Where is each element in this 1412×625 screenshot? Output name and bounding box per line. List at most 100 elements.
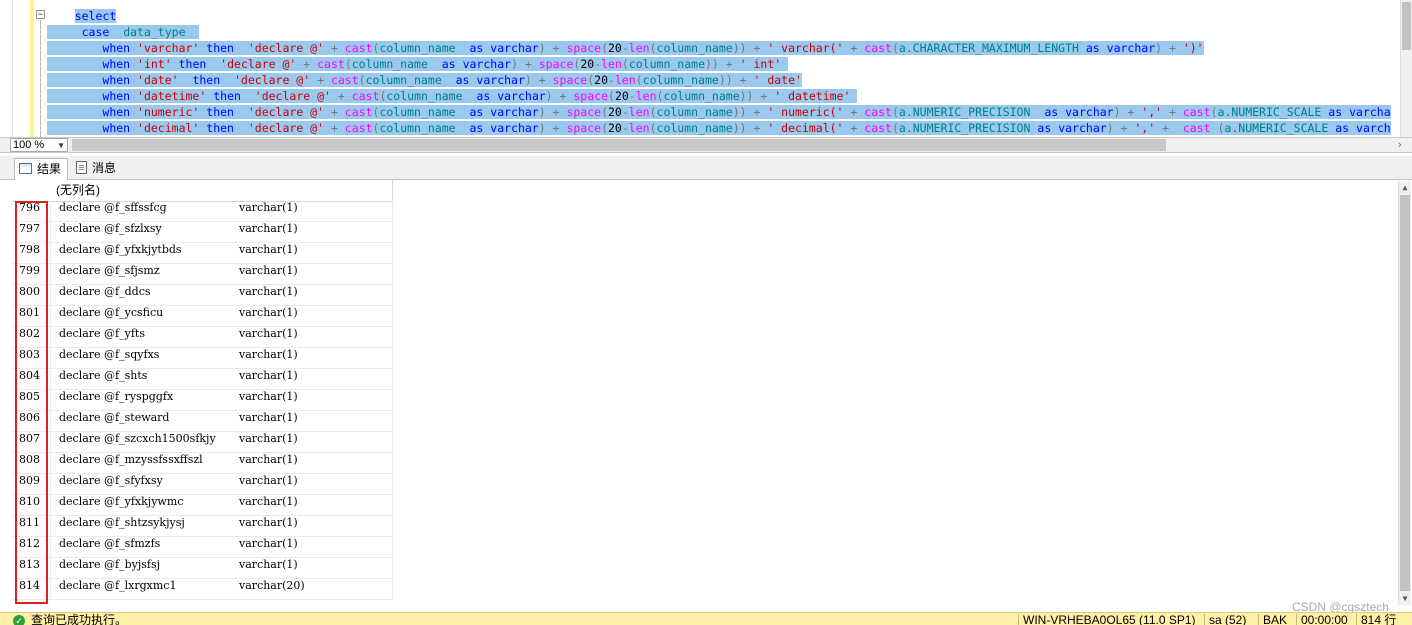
result-cell[interactable]: declare @f_ddcs varchar(1)	[50, 285, 393, 305]
result-cell[interactable]: declare @f_yfts varchar(1)	[50, 327, 393, 347]
row-number[interactable]: 808	[12, 453, 50, 473]
result-cell[interactable]: declare @f_sqyfxs varchar(1)	[50, 348, 393, 368]
declare-text: declare @f_steward	[59, 411, 170, 424]
result-cell[interactable]: declare @f_ryspggfx varchar(1)	[50, 390, 393, 410]
code-line[interactable]: when 'date' then 'declare @' + cast(colu…	[47, 72, 1402, 88]
result-cell[interactable]: declare @f_szcxch1500sfkjy varchar(1)	[50, 432, 393, 452]
table-row[interactable]: 807 declare @f_szcxch1500sfkjy varchar(1)	[12, 432, 393, 453]
result-cell[interactable]: declare @f_shtzsykjysj varchar(1)	[50, 516, 393, 536]
row-number[interactable]: 797	[12, 222, 50, 242]
code-line[interactable]: when 'numeric' then 'declare @' + cast(c…	[47, 104, 1402, 120]
row-number[interactable]: 809	[12, 474, 50, 494]
row-number[interactable]: 802	[12, 327, 50, 347]
row-number[interactable]: 812	[12, 537, 50, 557]
row-number[interactable]: 803	[12, 348, 50, 368]
results-grid[interactable]: (无列名) 796 declare @f_sffssfcg varchar(1) 79…	[12, 180, 1398, 605]
result-cell[interactable]: declare @f_sfmzfs varchar(1)	[50, 537, 393, 557]
row-number[interactable]: 801	[12, 306, 50, 326]
grid-scroll-thumb[interactable]	[1400, 195, 1410, 591]
row-number[interactable]: 796	[12, 201, 50, 221]
grid-vertical-scrollbar[interactable]: ▲ ▼	[1398, 181, 1411, 605]
table-row[interactable]: 802 declare @f_yfts varchar(1)	[12, 327, 393, 348]
row-number[interactable]: 806	[12, 411, 50, 431]
row-number[interactable]: 804	[12, 369, 50, 389]
table-row[interactable]: 800 declare @f_ddcs varchar(1)	[12, 285, 393, 306]
code-line[interactable]: case data_type	[47, 24, 1402, 40]
zoom-select[interactable]: 100 % ▼	[10, 138, 68, 152]
chevron-down-icon[interactable]: ▼	[57, 140, 65, 152]
table-row[interactable]: 796 declare @f_sffssfcg varchar(1)	[12, 201, 393, 222]
editor-horizontal-scroll-thumb[interactable]	[72, 139, 1166, 151]
table-row[interactable]: 805 declare @f_ryspggfx varchar(1)	[12, 390, 393, 411]
result-cell[interactable]: declare @f_sfjsmz varchar(1)	[50, 264, 393, 284]
row-number[interactable]: 814	[12, 579, 50, 599]
sql-code[interactable]: select case data_type when 'varchar' the…	[47, 8, 1402, 137]
editor-scroll-thumb[interactable]	[1402, 2, 1411, 50]
table-row[interactable]: 813 declare @f_byjsfsj varchar(1)	[12, 558, 393, 579]
code-token: ) +	[1155, 41, 1183, 55]
scroll-down-icon[interactable]: ▼	[1399, 594, 1411, 603]
code-token: cast	[864, 41, 892, 55]
table-row[interactable]: 798 declare @f_yfxkjytbds varchar(1)	[12, 243, 393, 264]
code-token: (	[891, 105, 899, 119]
row-number[interactable]: 811	[12, 516, 50, 536]
row-number[interactable]: 800	[12, 285, 50, 305]
result-cell[interactable]: declare @f_shts varchar(1)	[50, 369, 393, 389]
table-row[interactable]: 810 declare @f_yfxkjywmc varchar(1)	[12, 495, 393, 516]
collapse-icon[interactable]: −	[36, 10, 45, 20]
declare-text: declare @f_ryspggfx	[59, 390, 174, 403]
result-cell[interactable]: declare @f_steward varchar(1)	[50, 411, 393, 431]
row-number[interactable]: 798	[12, 243, 50, 263]
editor-vertical-scrollbar[interactable]	[1400, 0, 1412, 137]
result-cell[interactable]: declare @f_lxrgxmc1 varchar(20)	[50, 579, 393, 599]
code-line[interactable]: when 'decimal' then 'declare @' + cast(c…	[47, 120, 1402, 136]
code-token	[178, 73, 193, 87]
code-token	[206, 57, 221, 71]
status-message: 查询已成功执行。	[31, 613, 128, 625]
code-token: +	[330, 89, 352, 103]
code-token	[781, 57, 789, 71]
tab-messages[interactable]: 消息	[72, 158, 122, 180]
scroll-right-icon[interactable]: ›	[1398, 138, 1402, 151]
code-line[interactable]: when 'datetime' then 'declare @' + cast (…	[47, 88, 1402, 104]
table-row[interactable]: 809 declare @f_sfyfxsy varchar(1)	[12, 474, 393, 495]
code-token: -	[608, 73, 615, 87]
type-text: varchar(1)	[239, 222, 298, 235]
table-row[interactable]: 799 declare @f_sfjsmz varchar(1)	[12, 264, 393, 285]
table-row[interactable]: 801 declare @f_ycsficu varchar(1)	[12, 306, 393, 327]
code-token: ) +	[1106, 121, 1135, 135]
grid-corner[interactable]	[12, 180, 51, 201]
ssms-query-window: − select case data_type when 'varchar' t…	[0, 0, 1412, 625]
table-row[interactable]: 803 declare @f_sqyfxs varchar(1)	[12, 348, 393, 369]
code-line[interactable]: select	[47, 8, 1402, 24]
code-line[interactable]: when 'varchar' then 'declare @' + cast(c…	[47, 40, 1402, 56]
result-cell[interactable]: declare @f_sffssfcg varchar(1)	[50, 201, 393, 221]
result-cell[interactable]: declare @f_yfxkjytbds varchar(1)	[50, 243, 393, 263]
change-tracking-bar	[30, 0, 34, 137]
row-number[interactable]: 810	[12, 495, 50, 515]
sql-editor[interactable]: − select case data_type when 'varchar' t…	[0, 0, 1412, 137]
outline-line	[40, 20, 41, 137]
result-cell[interactable]: declare @f_sfzlxsy varchar(1)	[50, 222, 393, 242]
result-cell[interactable]: declare @f_ycsficu varchar(1)	[50, 306, 393, 326]
scroll-up-icon[interactable]: ▲	[1399, 183, 1411, 192]
row-number[interactable]: 813	[12, 558, 50, 578]
result-cell[interactable]: declare @f_yfxkjywmc varchar(1)	[50, 495, 393, 515]
column-header[interactable]: (无列名)	[50, 180, 393, 201]
table-row[interactable]: 811 declare @f_shtzsykjysj varchar(1)	[12, 516, 393, 537]
row-number[interactable]: 799	[12, 264, 50, 284]
table-row[interactable]: 804 declare @f_shts varchar(1)	[12, 369, 393, 390]
table-row[interactable]: 808 declare @f_mzyssfssxffszl varchar(1)	[12, 453, 393, 474]
tab-results[interactable]: 结果	[14, 158, 69, 180]
code-token: ) +	[524, 73, 553, 87]
table-row[interactable]: 814 declare @f_lxrgxmc1 varchar(20)	[12, 579, 393, 600]
row-number[interactable]: 807	[12, 432, 50, 452]
table-row[interactable]: 806 declare @f_steward varchar(1)	[12, 411, 393, 432]
result-cell[interactable]: declare @f_byjsfsj varchar(1)	[50, 558, 393, 578]
result-cell[interactable]: declare @f_mzyssfssxffszl varchar(1)	[50, 453, 393, 473]
table-row[interactable]: 812 declare @f_sfmzfs varchar(1)	[12, 537, 393, 558]
table-row[interactable]: 797 declare @f_sfzlxsy varchar(1)	[12, 222, 393, 243]
row-number[interactable]: 805	[12, 390, 50, 410]
code-line[interactable]: when 'int' then 'declare @' + cast(colum…	[47, 56, 1402, 72]
result-cell[interactable]: declare @f_sfyfxsy varchar(1)	[50, 474, 393, 494]
